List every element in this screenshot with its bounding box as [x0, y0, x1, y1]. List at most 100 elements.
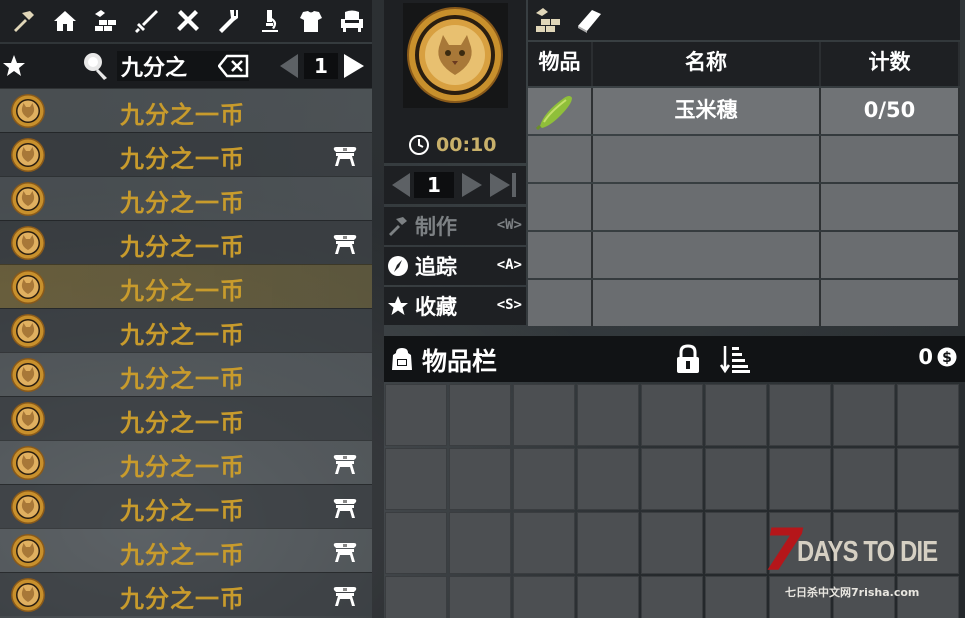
- page-prev-arrow-icon[interactable]: [278, 53, 300, 79]
- inventory-title: 物品栏: [422, 347, 498, 376]
- coin-icon: [9, 93, 47, 129]
- quantity-value[interactable]: 1: [414, 172, 454, 198]
- track-button[interactable]: 追踪 <A>: [384, 247, 526, 285]
- inventory-slot[interactable]: [833, 384, 895, 446]
- quantity-increase-icon[interactable]: [460, 172, 484, 198]
- sort-icon[interactable]: [720, 344, 752, 374]
- logo-subtitle: 七日杀中文网7risha.com: [785, 586, 920, 599]
- recipe-name: 九分之一币: [120, 145, 245, 173]
- recipe-row[interactable]: 九分之一币: [0, 220, 372, 264]
- inventory-slot[interactable]: [641, 448, 703, 510]
- workstation-icon: [332, 585, 358, 607]
- category-crossed-tools-icon[interactable]: [168, 0, 209, 42]
- recipe-row[interactable]: 九分之一币: [0, 308, 372, 352]
- inventory-slot[interactable]: [513, 576, 575, 618]
- inventory-slot[interactable]: [705, 448, 767, 510]
- dollar-coin-icon: $: [937, 347, 957, 367]
- recipe-name: 九分之一币: [120, 101, 245, 129]
- page-next-arrow-icon[interactable]: [342, 53, 366, 79]
- inventory-slot[interactable]: [385, 576, 447, 618]
- inventory-slot[interactable]: [385, 448, 447, 510]
- category-bar: [0, 0, 372, 42]
- inventory-slot[interactable]: [513, 448, 575, 510]
- inventory-slot[interactable]: [577, 448, 639, 510]
- ingredients-tabs: [528, 0, 960, 40]
- inventory-slot[interactable]: [641, 384, 703, 446]
- recipe-info: 00:10: [384, 0, 526, 163]
- recipe-name: 九分之一币: [120, 277, 245, 305]
- recipe-row[interactable]: 九分之一币: [0, 484, 372, 528]
- inventory-slot[interactable]: [513, 512, 575, 574]
- inventory-slot[interactable]: [705, 512, 767, 574]
- recipe-row[interactable]: 九分之一币: [0, 88, 372, 132]
- recipe-name: 九分之一币: [120, 453, 245, 481]
- inventory-slot[interactable]: [641, 512, 703, 574]
- backpack-icon: [392, 348, 412, 370]
- inventory-slot[interactable]: [449, 448, 511, 510]
- recipe-name: 九分之一币: [120, 585, 245, 613]
- recipe-row[interactable]: 九分之一币: [0, 352, 372, 396]
- lock-icon[interactable]: [674, 344, 702, 374]
- header-count: 计数: [821, 42, 960, 86]
- inventory-slot[interactable]: [385, 512, 447, 574]
- inventory-slot[interactable]: [769, 384, 831, 446]
- clear-search-icon[interactable]: [218, 54, 250, 78]
- svg-text:$: $: [942, 350, 952, 366]
- quantity-stepper: 1: [384, 166, 526, 204]
- inventory-slot[interactable]: [449, 512, 511, 574]
- quantity-max-icon[interactable]: [488, 172, 520, 198]
- coin-icon: [9, 269, 47, 305]
- inventory-slot[interactable]: [833, 448, 895, 510]
- ingredient-row-empty: [528, 136, 960, 182]
- workstation-icon: [332, 145, 358, 167]
- category-building-blocks-icon[interactable]: [86, 0, 127, 42]
- category-fork-icon[interactable]: [208, 0, 249, 42]
- ingredient-row-empty: [528, 232, 960, 278]
- inventory-slot[interactable]: [705, 384, 767, 446]
- game-logo-watermark: 7 DAYS TO DIE 七日杀中文网7risha.com: [763, 516, 961, 602]
- inventory-slot[interactable]: [577, 576, 639, 618]
- ingredient-row-empty: [528, 184, 960, 230]
- favorite-button[interactable]: 收藏 <S>: [384, 287, 526, 325]
- recipe-row[interactable]: 九分之一币: [0, 132, 372, 176]
- coin-icon: [9, 313, 47, 349]
- recipe-row[interactable]: 九分之一币: [0, 264, 372, 308]
- inventory-slot[interactable]: [385, 384, 447, 446]
- ingredients-header: 物品 名称 计数: [528, 42, 960, 86]
- inventory-slot[interactable]: [897, 384, 959, 446]
- header-item: 物品: [528, 42, 593, 86]
- currency-amount: 0: [918, 345, 933, 369]
- recipe-row[interactable]: 九分之一币: [0, 396, 372, 440]
- craft-button[interactable]: 制作 <W>: [384, 207, 526, 245]
- category-armor-icon[interactable]: [290, 0, 331, 42]
- recipe-row[interactable]: 九分之一币: [0, 440, 372, 484]
- recipe-name: 九分之一币: [120, 189, 245, 217]
- ingredients-tab-blocks-icon[interactable]: [534, 6, 564, 34]
- recipe-row[interactable]: 九分之一币: [0, 176, 372, 220]
- inventory-slot[interactable]: [897, 448, 959, 510]
- inventory-slot[interactable]: [705, 576, 767, 618]
- search-icon: [84, 53, 107, 80]
- inventory-slot[interactable]: [641, 576, 703, 618]
- quantity-decrease-icon[interactable]: [390, 172, 412, 198]
- ingredients-tab-book-icon[interactable]: [574, 6, 604, 34]
- inventory-slot[interactable]: [577, 512, 639, 574]
- inventory-slot[interactable]: [577, 384, 639, 446]
- inventory-slot[interactable]: [449, 384, 511, 446]
- category-hammer-icon[interactable]: [4, 0, 45, 42]
- page-number: 1: [304, 53, 338, 79]
- category-house-icon[interactable]: [45, 0, 86, 42]
- inventory-slot[interactable]: [513, 384, 575, 446]
- category-armchair-icon[interactable]: [331, 0, 372, 42]
- category-microscope-icon[interactable]: [249, 0, 290, 42]
- inventory-slot[interactable]: [769, 448, 831, 510]
- coin-icon: [9, 533, 47, 569]
- recipe-name: 九分之一币: [120, 233, 245, 261]
- recipe-row[interactable]: 九分之一币: [0, 528, 372, 572]
- ingredient-row[interactable]: 玉米穗 0/50: [528, 88, 960, 134]
- recipe-row[interactable]: 九分之一币: [0, 572, 372, 616]
- craft-time-value: 00:10: [436, 134, 497, 156]
- inventory-slot[interactable]: [449, 576, 511, 618]
- favorites-star-icon[interactable]: [0, 44, 28, 88]
- category-sword-icon[interactable]: [127, 0, 168, 42]
